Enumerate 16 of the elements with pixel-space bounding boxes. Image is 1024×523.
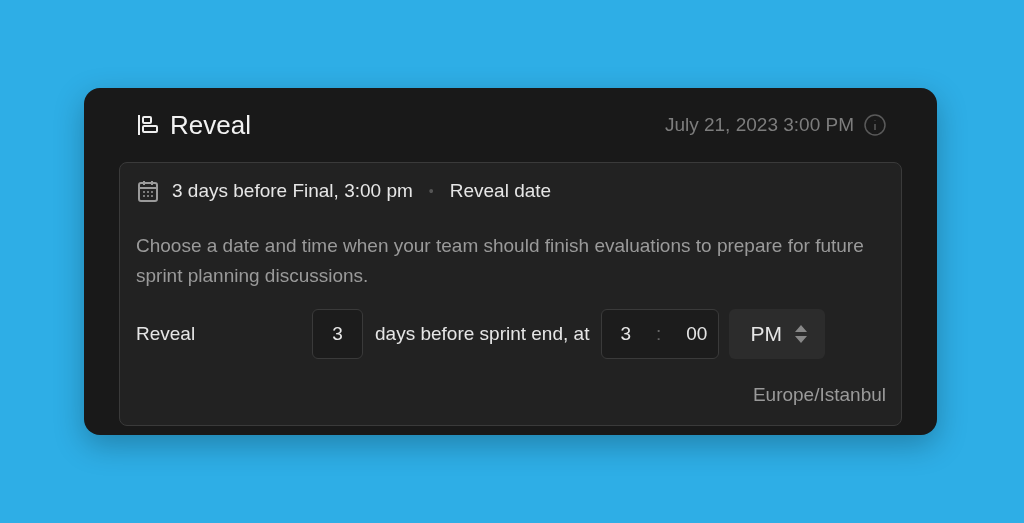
calendar-icon (136, 179, 160, 203)
setting-label: Reveal (136, 323, 197, 345)
timezone: Europe/Istanbul (752, 384, 886, 406)
date-time: July 21, 2023 3:00 PM (664, 114, 854, 136)
bar-chart-icon (136, 113, 160, 137)
days-input[interactable]: 3 (312, 309, 363, 359)
time-input[interactable]: 3 : 00 (601, 309, 720, 359)
setting-text: days before sprint end, at (375, 323, 590, 345)
schedule-summary: 3 days before Final, 3:00 pm (172, 180, 413, 202)
separator-dot: • (428, 183, 434, 199)
summary-label: Reveal date (449, 180, 552, 202)
sort-icon (794, 324, 809, 344)
period-select[interactable]: PM (729, 309, 826, 359)
description: Choose a date and time when your team should finish evaluations to prepare for future sprint planning discussions. (136, 234, 865, 288)
section-title: Reveal (170, 109, 252, 141)
info-icon[interactable] (864, 114, 886, 136)
